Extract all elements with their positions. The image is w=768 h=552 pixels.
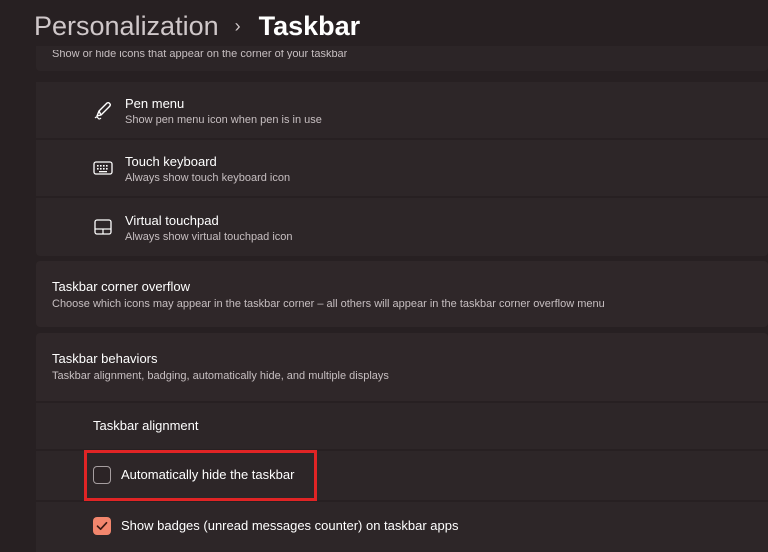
corner-overflow-title: Taskbar corner overflow [52, 279, 190, 294]
taskbar-corner-overflow-section[interactable]: Taskbar corner overflow Choose which ico… [36, 261, 768, 327]
touch-keyboard-title: Touch keyboard [125, 154, 217, 169]
show-badges-label[interactable]: Show badges (unread messages counter) on… [121, 518, 458, 533]
corner-overflow-desc: Choose which icons may appear in the tas… [52, 298, 605, 310]
virtual-touchpad-desc: Always show virtual touchpad icon [125, 231, 293, 243]
pen-menu-title: Pen menu [125, 96, 185, 111]
taskbar-alignment-row[interactable]: Taskbar alignment [36, 403, 768, 449]
taskbar-corner-icons-desc: Show or hide icons that appear on the co… [52, 50, 348, 59]
taskbar-alignment-label: Taskbar alignment [93, 418, 199, 433]
taskbar-behaviors-section[interactable]: Taskbar behaviors Taskbar alignment, bad… [36, 333, 768, 401]
checkmark-icon [96, 521, 108, 531]
taskbar-behaviors-desc: Taskbar alignment, badging, automaticall… [52, 370, 389, 382]
virtual-touchpad-row[interactable]: Virtual touchpad Always show virtual tou… [36, 198, 768, 256]
touchpad-icon [92, 216, 114, 238]
show-badges-row[interactable]: Show badges (unread messages counter) on… [36, 502, 768, 552]
touch-keyboard-desc: Always show touch keyboard icon [125, 172, 291, 184]
touch-keyboard-row[interactable]: Touch keyboard Always show touch keyboar… [36, 140, 768, 196]
pen-menu-row[interactable]: Pen menu Show pen menu icon when pen is … [36, 82, 768, 138]
keyboard-icon [92, 157, 114, 179]
pen-icon [92, 99, 114, 121]
taskbar-behaviors-title: Taskbar behaviors [52, 351, 158, 366]
pen-menu-desc: Show pen menu icon when pen is in use [125, 114, 322, 126]
breadcrumb-personalization-link[interactable]: Personalization [34, 11, 219, 42]
show-badges-checkbox[interactable] [93, 517, 111, 535]
breadcrumb: Personalization › Taskbar [34, 6, 360, 46]
chevron-right-icon: › [234, 15, 241, 36]
highlight-box [84, 450, 317, 501]
virtual-touchpad-title: Virtual touchpad [125, 213, 219, 228]
page-title: Taskbar [258, 10, 361, 41]
